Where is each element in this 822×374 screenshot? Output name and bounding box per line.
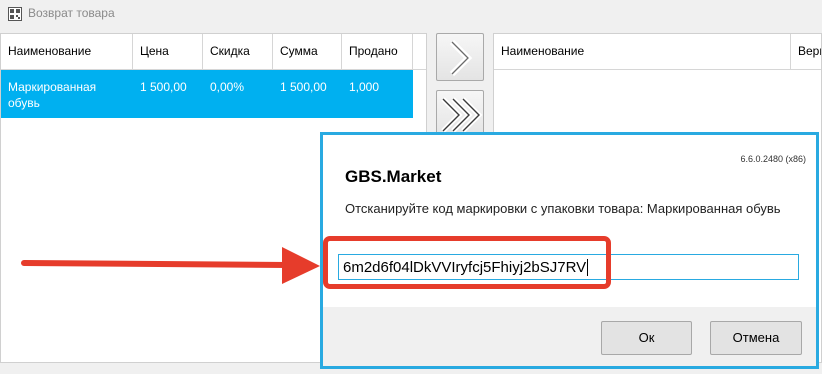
- cell-price: 1 500,00: [140, 80, 187, 94]
- chevron-right-icon: [449, 39, 473, 77]
- window-title: Возврат товара: [28, 6, 115, 20]
- barcode-window-icon: [8, 7, 22, 21]
- column-header-price[interactable]: Цена: [133, 34, 203, 69]
- dialog-footer: Ок Отмена: [323, 307, 816, 366]
- table-row[interactable]: Маркированная обувь 1 500,00 0,00% 1 500…: [1, 70, 413, 118]
- table-header: Наименование Верн: [494, 34, 821, 70]
- cell-name: Маркированная обувь: [8, 80, 97, 110]
- column-header-sum[interactable]: Сумма: [273, 34, 342, 69]
- cell-sold: 1,000: [349, 80, 380, 94]
- move-all-button[interactable]: [436, 90, 484, 138]
- column-header-discount[interactable]: Скидка: [203, 34, 273, 69]
- version-label: 6.6.0.2480 (x86): [740, 154, 806, 164]
- move-one-button[interactable]: [436, 33, 484, 81]
- column-header-name[interactable]: Наименование: [1, 34, 133, 69]
- cell-sum: 1 500,00: [280, 80, 327, 94]
- column-header-name[interactable]: Наименование: [494, 34, 791, 69]
- cancel-button[interactable]: Отмена: [710, 321, 802, 355]
- dialog-prompt: Отсканируйте код маркировки с упаковки т…: [345, 201, 781, 216]
- title-bar: Возврат товара: [0, 0, 822, 28]
- cell-discount: 0,00%: [210, 80, 245, 94]
- ok-button[interactable]: Ок: [601, 321, 692, 355]
- highlight-box-annotation: [323, 236, 611, 289]
- table-header: Наименование Цена Скидка Сумма Продано: [1, 34, 426, 70]
- column-header-returned[interactable]: Верн: [791, 34, 821, 69]
- dialog-title: GBS.Market: [345, 167, 442, 186]
- column-header-sold[interactable]: Продано: [342, 34, 413, 69]
